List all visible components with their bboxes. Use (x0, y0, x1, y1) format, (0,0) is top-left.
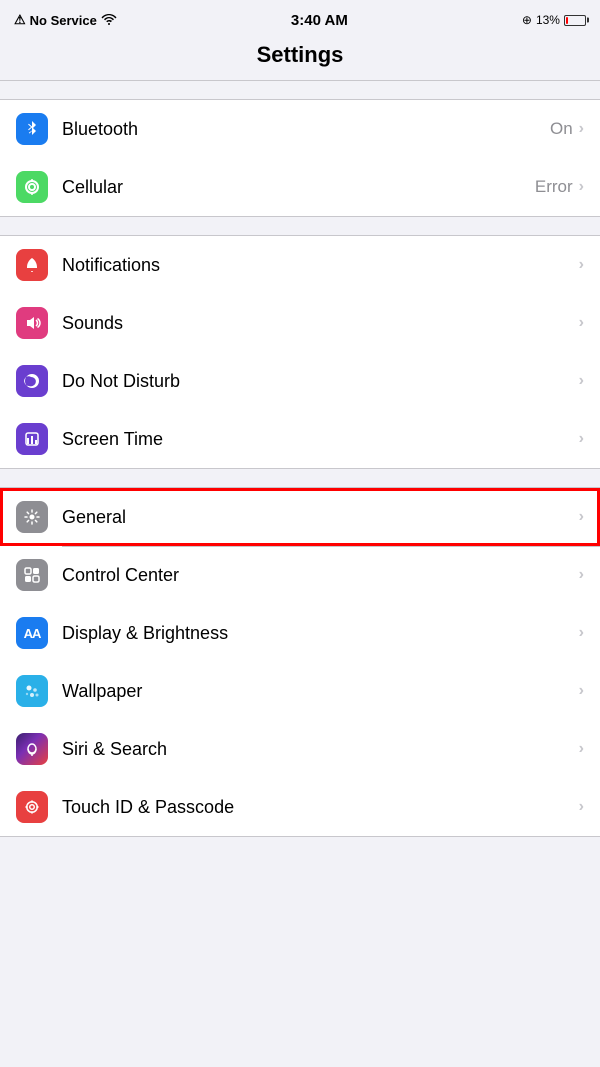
status-bar: ⚠ No Service 3:40 AM ⊕ 13% (0, 0, 600, 38)
section-alerts: Notifications › Sounds › Do Not Distur (0, 235, 600, 469)
bluetooth-chevron: › (579, 120, 584, 138)
siri-label: Siri & Search (62, 739, 579, 760)
screentime-chevron: › (579, 430, 584, 448)
status-signal: ⚠ No Service (14, 12, 117, 28)
controlcenter-icon-bg (16, 559, 48, 591)
settings-row-wallpaper[interactable]: Wallpaper › (0, 662, 600, 720)
cellular-chevron: › (579, 178, 584, 196)
settings-row-controlcenter[interactable]: Control Center › (0, 546, 600, 604)
settings-row-notifications[interactable]: Notifications › (0, 236, 600, 294)
location-icon: ⊕ (522, 13, 532, 27)
screentime-icon-bg (16, 423, 48, 455)
settings-row-cellular[interactable]: Cellular Error › (0, 158, 600, 216)
notifications-chevron: › (579, 256, 584, 274)
dnd-chevron: › (579, 372, 584, 390)
sounds-label: Sounds (62, 313, 579, 334)
bluetooth-icon-bg (16, 113, 48, 145)
settings-row-dnd[interactable]: Do Not Disturb › (0, 352, 600, 410)
general-icon-bg (16, 501, 48, 533)
dnd-icon-bg (16, 365, 48, 397)
dnd-label: Do Not Disturb (62, 371, 579, 392)
settings-row-touchid[interactable]: Touch ID & Passcode › (0, 778, 600, 836)
touchid-chevron: › (579, 798, 584, 816)
wallpaper-label: Wallpaper (62, 681, 579, 702)
settings-row-screentime[interactable]: Screen Time › (0, 410, 600, 468)
general-label: General (62, 507, 579, 528)
touchid-icon-bg (16, 791, 48, 823)
display-label: Display & Brightness (62, 623, 579, 644)
bluetooth-value: On (550, 119, 573, 139)
display-icon-bg: AA (16, 617, 48, 649)
controlcenter-chevron: › (579, 566, 584, 584)
screentime-label: Screen Time (62, 429, 579, 450)
cellular-label: Cellular (62, 177, 535, 198)
notifications-label: Notifications (62, 255, 579, 276)
status-time: 3:40 AM (291, 12, 348, 29)
display-chevron: › (579, 624, 584, 642)
section-system: General › Control Center › AA Display & … (0, 487, 600, 837)
settings-group: Bluetooth On › Cellular Error › (0, 81, 600, 837)
general-chevron: › (579, 508, 584, 526)
notifications-icon-bg (16, 249, 48, 281)
wifi-icon (101, 13, 117, 28)
wallpaper-icon-bg (16, 675, 48, 707)
settings-row-display[interactable]: AA Display & Brightness › (0, 604, 600, 662)
sounds-icon-bg (16, 307, 48, 339)
settings-row-sounds[interactable]: Sounds › (0, 294, 600, 352)
siri-icon-bg (16, 733, 48, 765)
cellular-icon-bg (16, 171, 48, 203)
controlcenter-label: Control Center (62, 565, 579, 586)
siri-chevron: › (579, 740, 584, 758)
touchid-label: Touch ID & Passcode (62, 797, 579, 818)
signal-text: No Service (30, 13, 97, 28)
settings-row-general[interactable]: General › (0, 488, 600, 546)
battery-icon (564, 15, 586, 26)
warning-icon: ⚠ (14, 12, 26, 28)
settings-row-bluetooth[interactable]: Bluetooth On › (0, 100, 600, 158)
bluetooth-label: Bluetooth (62, 119, 550, 140)
wallpaper-chevron: › (579, 682, 584, 700)
battery-percent-text: 13% (536, 13, 560, 27)
cellular-value: Error (535, 177, 573, 197)
sounds-chevron: › (579, 314, 584, 332)
page-title: Settings (0, 42, 600, 68)
section-connectivity: Bluetooth On › Cellular Error › (0, 99, 600, 217)
status-battery: ⊕ 13% (522, 13, 586, 27)
settings-row-siri[interactable]: Siri & Search › (0, 720, 600, 778)
page-title-bar: Settings (0, 38, 600, 81)
